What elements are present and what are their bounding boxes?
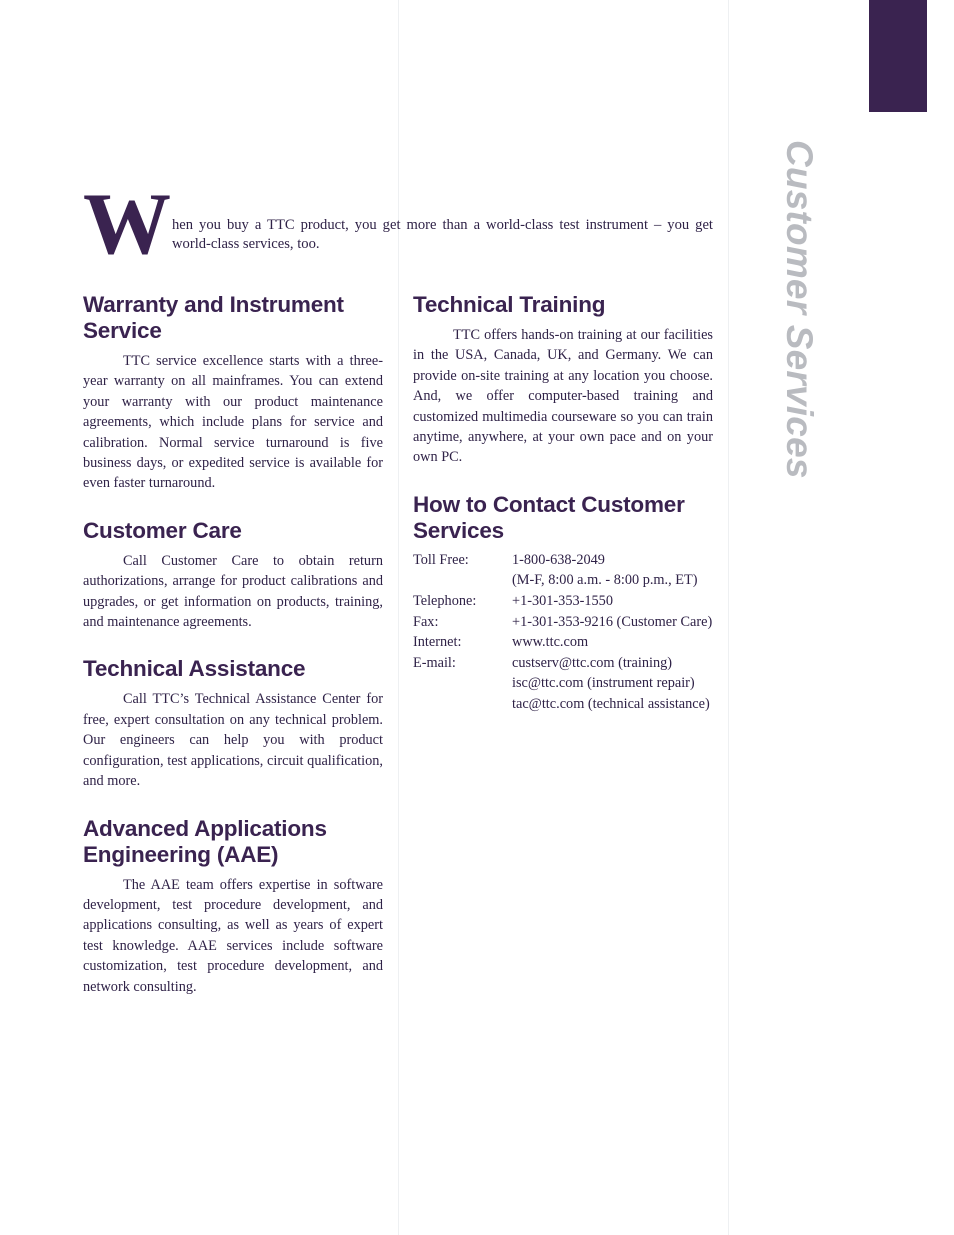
section-warranty-and-instrument-service: Warranty and Instrument Service TTC serv… (83, 292, 383, 494)
contact-value: www.ttc.com (512, 634, 589, 651)
section-body: Call TTC’s Technical Assistance Center f… (83, 691, 383, 790)
section-heading: Customer Care (83, 517, 242, 543)
section-heading: How to Contact Customer Services (413, 491, 685, 543)
section-heading: Technical Training (413, 292, 606, 317)
left-column: Warranty and Instrument Service TTC serv… (83, 292, 383, 1023)
table-row: Telephone: +1-301-353-1550 (413, 592, 712, 613)
table-row: Toll Free: 1-800-638-2049 (413, 551, 712, 572)
contact-label: Internet: (413, 634, 462, 651)
contact-label (413, 571, 512, 592)
table-row: isc@ttc.com (instrument repair) (413, 674, 712, 695)
contact-label: Toll Free: (413, 551, 469, 568)
contact-label (413, 674, 512, 695)
contact-value: (M-F, 8:00 a.m. - 8:00 p.m., ET) (512, 572, 698, 589)
contact-label: Fax: (413, 613, 439, 630)
column-rule-left (398, 0, 399, 1235)
right-column: Technical Training TTC offers hands-on t… (413, 292, 713, 716)
contact-table-body: Toll Free: 1-800-638-2049 (M-F, 8:00 a.m… (413, 551, 712, 716)
page-corner-tab (869, 0, 927, 112)
contact-value: tac@ttc.com (technical assistance) (512, 696, 710, 712)
section-body: TTC offers hands-on training at our faci… (413, 327, 713, 466)
section-technical-assistance: Technical Assistance Call TTC’s Technica… (83, 656, 383, 791)
vertical-section-title: Customer Services (779, 140, 820, 479)
section-heading: Technical Assistance (83, 656, 306, 682)
contact-details-table: Toll Free: 1-800-638-2049 (M-F, 8:00 a.m… (413, 551, 712, 716)
section-body: The AAE team offers expertise in softwar… (83, 876, 383, 995)
contact-label: Telephone: (413, 593, 477, 610)
table-row: tac@ttc.com (technical assistance) (413, 695, 712, 716)
contact-label (413, 695, 512, 716)
drop-cap: W (83, 176, 171, 273)
contact-value: isc@ttc.com (instrument repair) (512, 675, 695, 692)
contact-value: 1-800-638-2049 (512, 551, 605, 568)
contact-value: +1-301-353-1550 (512, 593, 613, 610)
contact-label: E-mail: (413, 654, 456, 671)
table-row: E-mail: custserv@ttc.com (training) (413, 654, 712, 675)
intro-block: W hen you buy a TTC product, you get mor… (83, 176, 713, 273)
section-customer-care: Customer Care Call Customer Care to obta… (83, 518, 383, 633)
table-row: Internet: www.ttc.com (413, 633, 712, 654)
intro-text: hen you buy a TTC product, you get more … (172, 217, 713, 252)
column-rule-right (728, 0, 729, 1235)
page-canvas: Customer Services W hen you buy a TTC pr… (0, 0, 954, 1235)
section-advanced-applications-engineering: Advanced Applications Engineering (AAE) … (83, 816, 383, 997)
section-body: Call Customer Care to obtain return auth… (83, 552, 383, 631)
contact-value: +1-301-353-9216 (Customer Care) (512, 613, 713, 630)
section-how-to-contact-customer-services: How to Contact Customer Services Toll Fr… (413, 492, 713, 716)
table-row: Fax: +1-301-353-9216 (Customer Care) (413, 613, 712, 634)
section-heading: Advanced Applications Engineering (AAE) (83, 815, 327, 867)
table-row: (M-F, 8:00 a.m. - 8:00 p.m., ET) (413, 571, 712, 592)
contact-value: custserv@ttc.com (training) (512, 654, 673, 671)
section-technical-training: Technical Training TTC offers hands-on t… (413, 292, 713, 468)
section-heading: Warranty and Instrument Service (83, 292, 344, 343)
section-body: TTC service excellence starts with a thr… (83, 353, 383, 492)
